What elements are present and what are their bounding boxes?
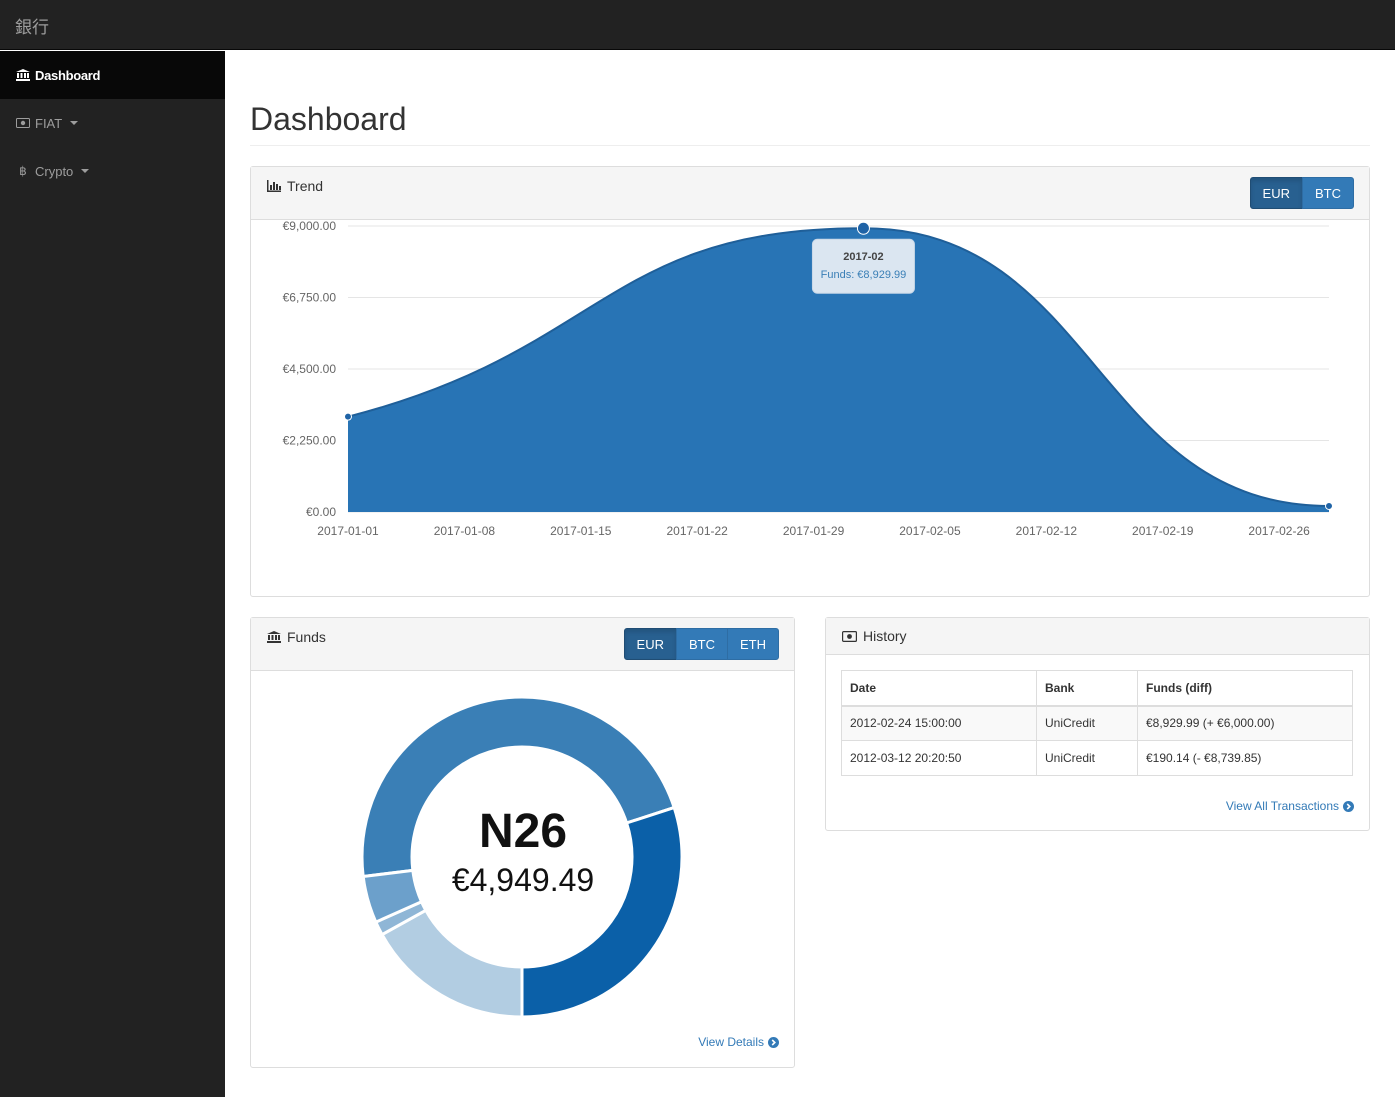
tooltip-label: Funds: €8,929.99 xyxy=(821,269,907,281)
x-tick-label: 2017-01-29 xyxy=(783,524,845,538)
history-table-wrap: Date Bank Funds (diff) 2012-02-24 15:00:… xyxy=(841,670,1353,776)
sidebar-item-label: FIAT xyxy=(35,115,63,131)
column-header-funds: Funds (diff) xyxy=(1137,670,1353,707)
sidebar: Dashboard FIAT ฿ Crypto xyxy=(0,51,225,1097)
history-title-text: History xyxy=(863,628,907,644)
brand-logo[interactable]: 銀行 xyxy=(15,13,49,38)
funds-title-text: Funds xyxy=(287,629,326,645)
x-tick-label: 2017-01-22 xyxy=(666,524,728,538)
y-tick-label: €6,750.00 xyxy=(283,291,337,305)
cell-date: 2012-03-12 20:20:50 xyxy=(841,740,1037,776)
page-title: Dashboard xyxy=(250,101,407,137)
currency-button-btc[interactable]: BTC xyxy=(1302,177,1354,209)
sidebar-item-fiat[interactable]: FIAT xyxy=(0,99,225,147)
y-tick-label: €2,250.00 xyxy=(283,434,337,448)
money-icon xyxy=(842,630,857,642)
funds-panel-header: Funds EUR BTC ETH xyxy=(251,618,794,671)
donut-center-value: €4,949.49 xyxy=(451,862,595,898)
sidebar-item-label: Dashboard xyxy=(35,67,101,83)
sidebar-item-label: Crypto xyxy=(35,163,74,179)
chart-tooltip xyxy=(811,238,915,294)
y-tick-label: €9,000.00 xyxy=(283,221,337,233)
trend-title-text: Trend xyxy=(287,178,324,194)
data-point xyxy=(1325,501,1333,510)
history-panel-header: History xyxy=(826,618,1369,655)
sidebar-item-dashboard[interactable]: Dashboard xyxy=(0,51,225,99)
donut-center-title: N26 xyxy=(478,805,568,858)
history-panel: History Date Bank Funds (diff) 2012-02-2… xyxy=(825,617,1370,831)
funds-panel: Funds EUR BTC ETH N26 €4,949.49 View Det… xyxy=(250,617,795,1068)
cell-date: 2012-02-24 15:00:00 xyxy=(841,705,1037,741)
bank-icon xyxy=(267,631,281,643)
currency-button-eth[interactable]: ETH xyxy=(727,628,779,660)
y-tick-label: €4,500.00 xyxy=(283,362,337,376)
title-divider xyxy=(250,145,1370,146)
history-panel-title: History xyxy=(842,628,907,644)
x-tick-label: 2017-02-05 xyxy=(899,524,961,538)
arrow-circle-right-icon xyxy=(768,1036,779,1048)
y-tick-label: €0.00 xyxy=(306,505,336,519)
bar-chart-icon xyxy=(267,180,281,192)
table-header-row: Date Bank Funds (diff) xyxy=(841,670,1353,707)
view-all-label: View All Transactions xyxy=(1225,799,1339,813)
currency-button-eur[interactable]: EUR xyxy=(1249,177,1303,209)
trend-area-chart: €0.00 €2,250.00 €4,500.00 €6,750.00 €9,000.0… xyxy=(283,221,1333,538)
caret-down-icon xyxy=(81,169,90,173)
currency-button-btc[interactable]: BTC xyxy=(676,628,728,660)
arrow-circle-right-icon xyxy=(1343,800,1354,812)
view-details-link[interactable]: View Details xyxy=(698,1035,779,1049)
bitcoin-icon: ฿ xyxy=(19,164,27,178)
trend-panel-title: Trend xyxy=(267,178,323,194)
cell-funds: €8,929.99 (+ €6,000.00) xyxy=(1137,705,1353,741)
x-tick-label: 2017-02-12 xyxy=(1016,524,1078,538)
data-point xyxy=(856,221,870,235)
column-header-bank: Bank xyxy=(1036,670,1138,707)
table-row: 2012-02-24 15:00:00 UniCredit €8,929.99 … xyxy=(841,705,1353,741)
x-tick-label: 2017-01-08 xyxy=(434,524,496,538)
cell-bank: UniCredit xyxy=(1036,740,1138,776)
trend-panel: Trend EUR BTC €0.00 €2,250.00 €4,500.00 €6,… xyxy=(250,166,1370,597)
bank-icon xyxy=(16,69,30,81)
money-icon xyxy=(16,118,30,128)
view-all-transactions-link[interactable]: View All Transactions xyxy=(1226,799,1354,813)
cell-funds: €190.14 (- €8,739.85) xyxy=(1137,740,1353,776)
table-row: 2012-03-12 20:20:50 UniCredit €190.14 (-… xyxy=(841,740,1353,776)
x-tick-label: 2017-02-26 xyxy=(1248,524,1310,538)
history-table: Date Bank Funds (diff) 2012-02-24 15:00:… xyxy=(841,670,1353,776)
donut-segment[interactable] xyxy=(380,908,524,1019)
column-header-date: Date xyxy=(841,670,1037,707)
tooltip-title: 2017-02 xyxy=(843,251,883,263)
view-details-label: View Details xyxy=(698,1035,764,1049)
x-tick-label: 2017-01-15 xyxy=(550,524,612,538)
cell-bank: UniCredit xyxy=(1036,705,1138,741)
funds-panel-title: Funds xyxy=(267,629,326,645)
currency-button-eur[interactable]: EUR xyxy=(623,628,677,660)
data-point xyxy=(344,412,352,421)
trend-panel-header: Trend EUR BTC xyxy=(251,167,1369,220)
top-navbar: 銀行 xyxy=(0,0,1395,50)
funds-currency-toggle: EUR BTC ETH xyxy=(623,628,779,660)
x-tick-label: 2017-01-01 xyxy=(317,524,379,538)
sidebar-item-crypto[interactable]: ฿ Crypto xyxy=(0,147,225,195)
caret-down-icon xyxy=(70,121,79,125)
trend-currency-toggle: EUR BTC xyxy=(1249,177,1354,209)
x-tick-label: 2017-02-19 xyxy=(1132,524,1194,538)
